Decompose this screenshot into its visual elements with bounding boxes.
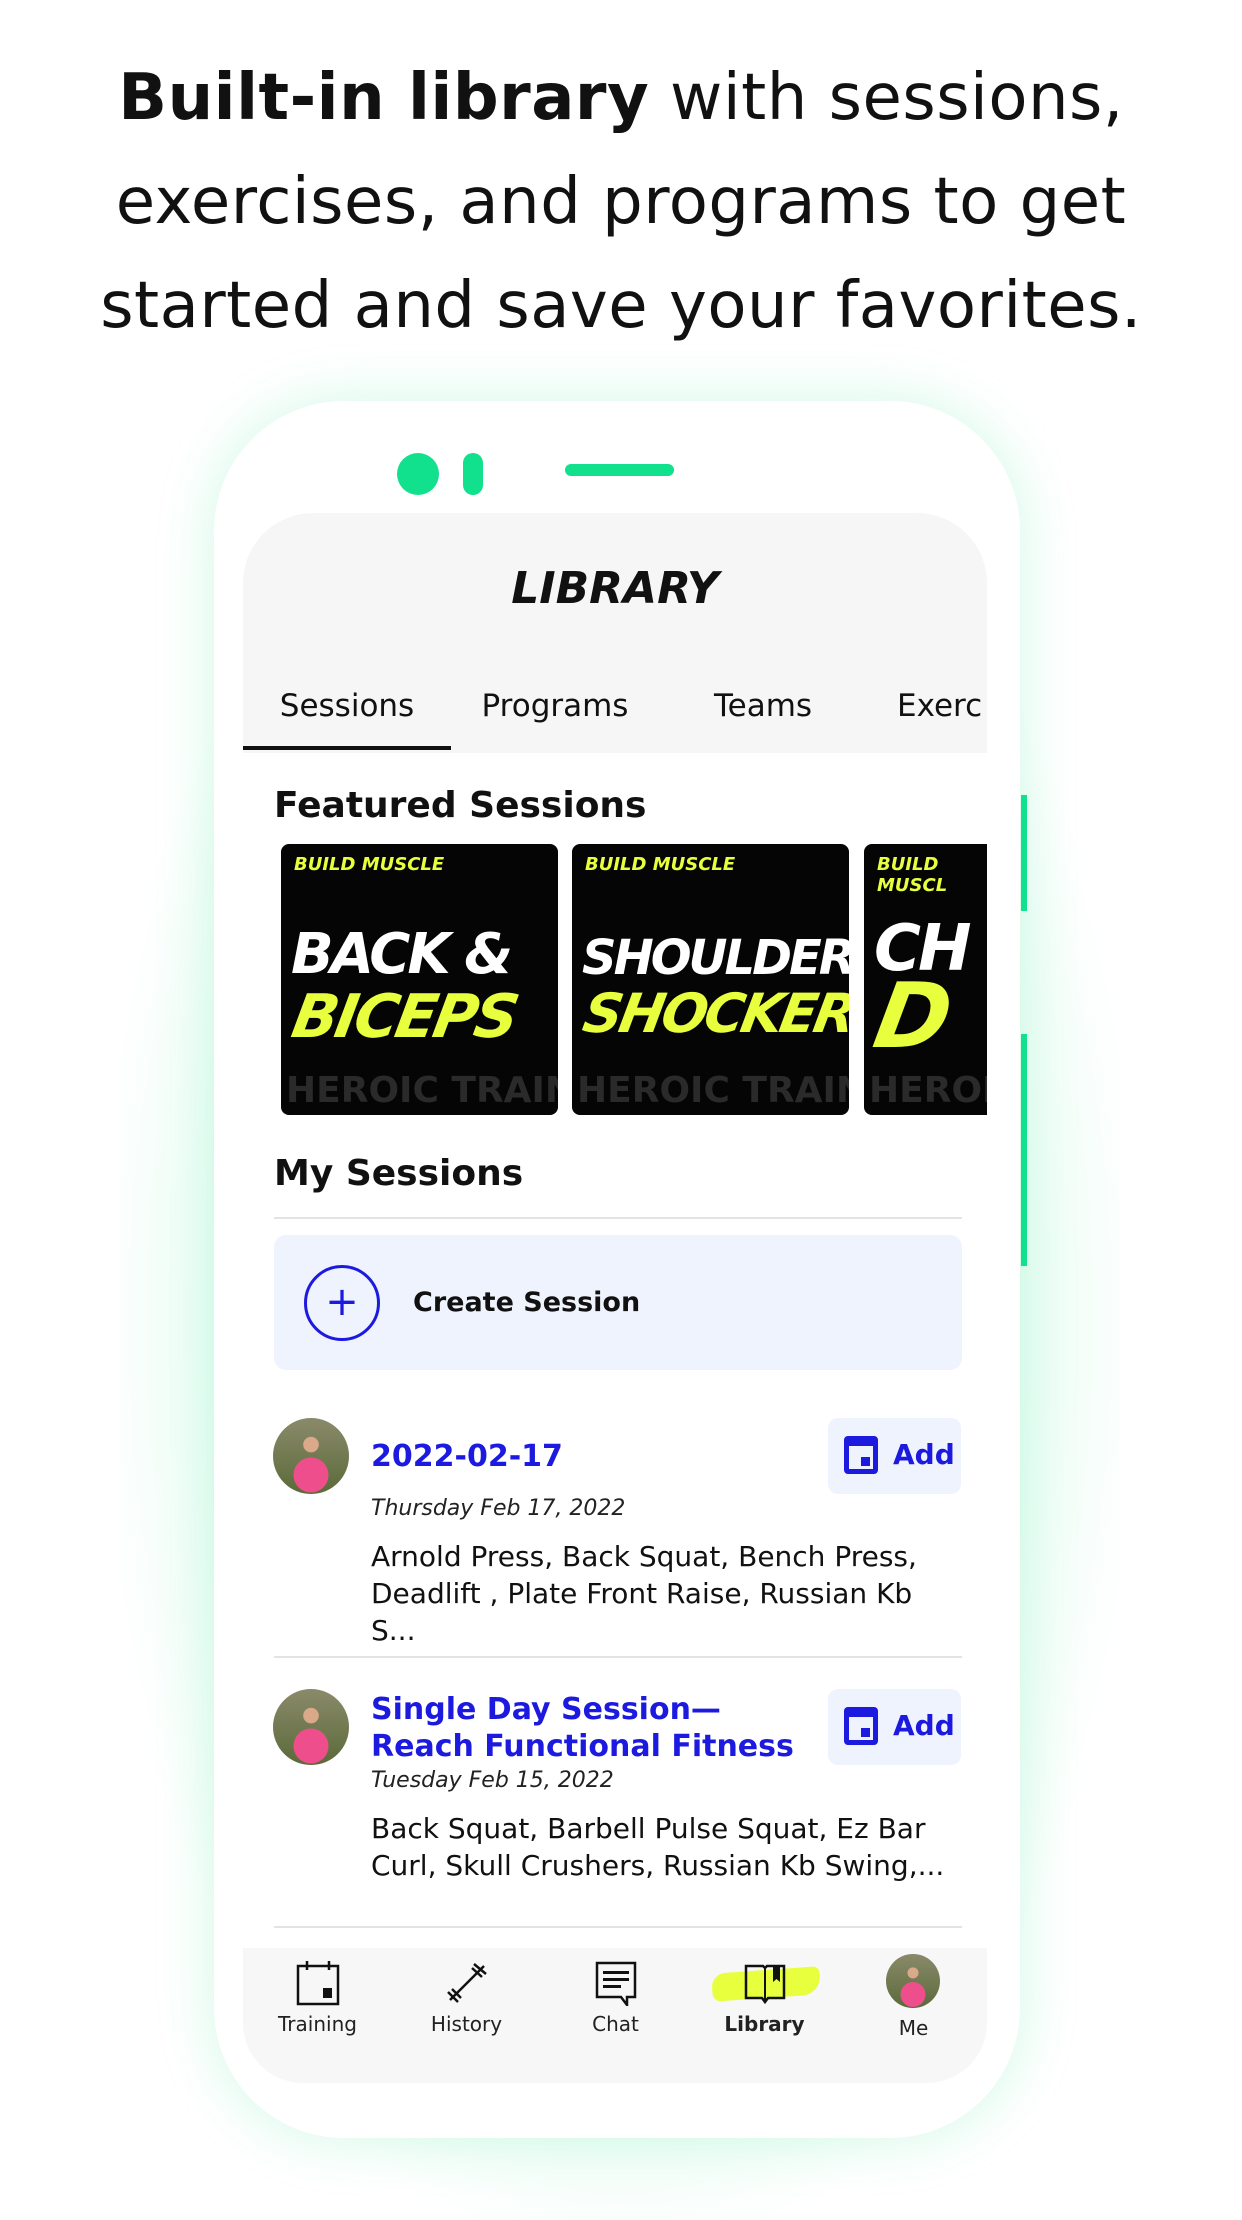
add-button[interactable]: Add xyxy=(828,1689,961,1765)
add-button[interactable]: Add xyxy=(828,1418,961,1494)
bottom-nav: Training History Chat Library Me xyxy=(243,1948,987,2083)
create-session-label: Create Session xyxy=(413,1287,641,1318)
my-sessions-heading: My Sessions xyxy=(274,1153,524,1194)
headline-line3: started and save your favorites. xyxy=(100,269,1142,343)
session-exercises: Arnold Press, Back Squat, Bench Press, D… xyxy=(371,1540,917,1647)
nav-label: Me xyxy=(898,2016,929,2040)
session-exercises: Back Squat, Barbell Pulse Squat, Ez Bar … xyxy=(371,1812,945,1882)
speaker-icon xyxy=(565,464,674,476)
active-tab-indicator xyxy=(243,746,451,750)
page-title: LIBRARY xyxy=(511,563,719,614)
nav-label: Training xyxy=(278,2012,357,2036)
card-watermark: HEROIC TRAIN xyxy=(577,1070,849,1111)
tab-programs[interactable]: Programs xyxy=(451,688,659,724)
headline-bold: Built-in library xyxy=(118,61,650,135)
sensor-icon xyxy=(463,453,483,495)
book-icon xyxy=(744,1964,786,2005)
volume-button xyxy=(1021,795,1027,911)
nav-label: Library xyxy=(724,2012,805,2036)
calendar-icon xyxy=(844,1707,878,1745)
featured-card[interactable]: HEROIC TRAIN BUILD MUSCLE BACK & BICEPS xyxy=(281,844,558,1115)
featured-heading: Featured Sessions xyxy=(274,785,647,826)
nav-me[interactable]: Me xyxy=(839,1948,987,2083)
tab-teams[interactable]: Teams xyxy=(659,688,867,724)
session-date: Thursday Feb 17, 2022 xyxy=(371,1496,626,1521)
card-tag: BUILD MUSCLE xyxy=(294,854,445,875)
avatar xyxy=(273,1418,349,1494)
card-tag: BUILD MUSCLE xyxy=(585,854,736,875)
session-date: Tuesday Feb 15, 2022 xyxy=(371,1768,614,1793)
divider xyxy=(274,1926,962,1928)
create-session-button[interactable]: + Create Session xyxy=(274,1235,962,1370)
header: LIBRARY Sessions Programs Teams Exerc xyxy=(243,513,987,753)
nav-library[interactable]: Library xyxy=(690,1948,839,2083)
chat-icon xyxy=(595,1961,637,2006)
tab-sessions[interactable]: Sessions xyxy=(243,688,451,724)
nav-chat[interactable]: Chat xyxy=(541,1948,690,2083)
calendar-icon xyxy=(296,1961,340,2006)
headline: Built-in library with sessions, exercise… xyxy=(0,46,1242,358)
barbell-icon xyxy=(447,1963,487,2003)
add-label: Add xyxy=(893,1438,955,1471)
plus-circle-icon: + xyxy=(304,1265,380,1341)
card-title-line2: BICEPS xyxy=(286,982,522,1052)
avatar xyxy=(273,1689,349,1765)
avatar xyxy=(886,1954,940,2008)
add-label: Add xyxy=(893,1709,955,1742)
app-screen: LIBRARY Sessions Programs Teams Exerc Fe… xyxy=(243,513,987,2083)
card-title-line1: BACK & xyxy=(291,922,513,987)
nav-training[interactable]: Training xyxy=(243,1948,392,2083)
session-title[interactable]: 2022-02-17 xyxy=(371,1438,811,1475)
nav-label: History xyxy=(430,2012,503,2036)
nav-history[interactable]: History xyxy=(392,1948,541,2083)
card-title-line1: SHOULDER xyxy=(582,930,849,986)
card-tag: BUILD MUSCL xyxy=(877,854,948,896)
featured-card[interactable]: HEROIC TRAIN BUILD MUSCLE SHOULDER SHOCK… xyxy=(572,844,849,1115)
card-title-line2: SHOCKER xyxy=(578,982,849,1045)
divider xyxy=(274,1656,962,1658)
session-title[interactable]: Single Day Session— Reach Functional Fit… xyxy=(371,1691,811,1765)
card-watermark: HEROIC xyxy=(869,1070,987,1111)
calendar-icon xyxy=(844,1436,878,1474)
card-watermark: HEROIC TRAIN xyxy=(286,1070,558,1111)
divider xyxy=(274,1217,962,1219)
featured-card[interactable]: HEROIC BUILD MUSCL CH D xyxy=(864,844,987,1115)
camera-icon xyxy=(397,453,439,495)
nav-label: Chat xyxy=(592,2012,639,2036)
headline-line2: exercises, and programs to get xyxy=(115,165,1127,239)
tab-exercises[interactable]: Exerc xyxy=(867,688,987,724)
side-button xyxy=(1021,1034,1027,1266)
headline-line1: with sessions, xyxy=(649,61,1124,135)
